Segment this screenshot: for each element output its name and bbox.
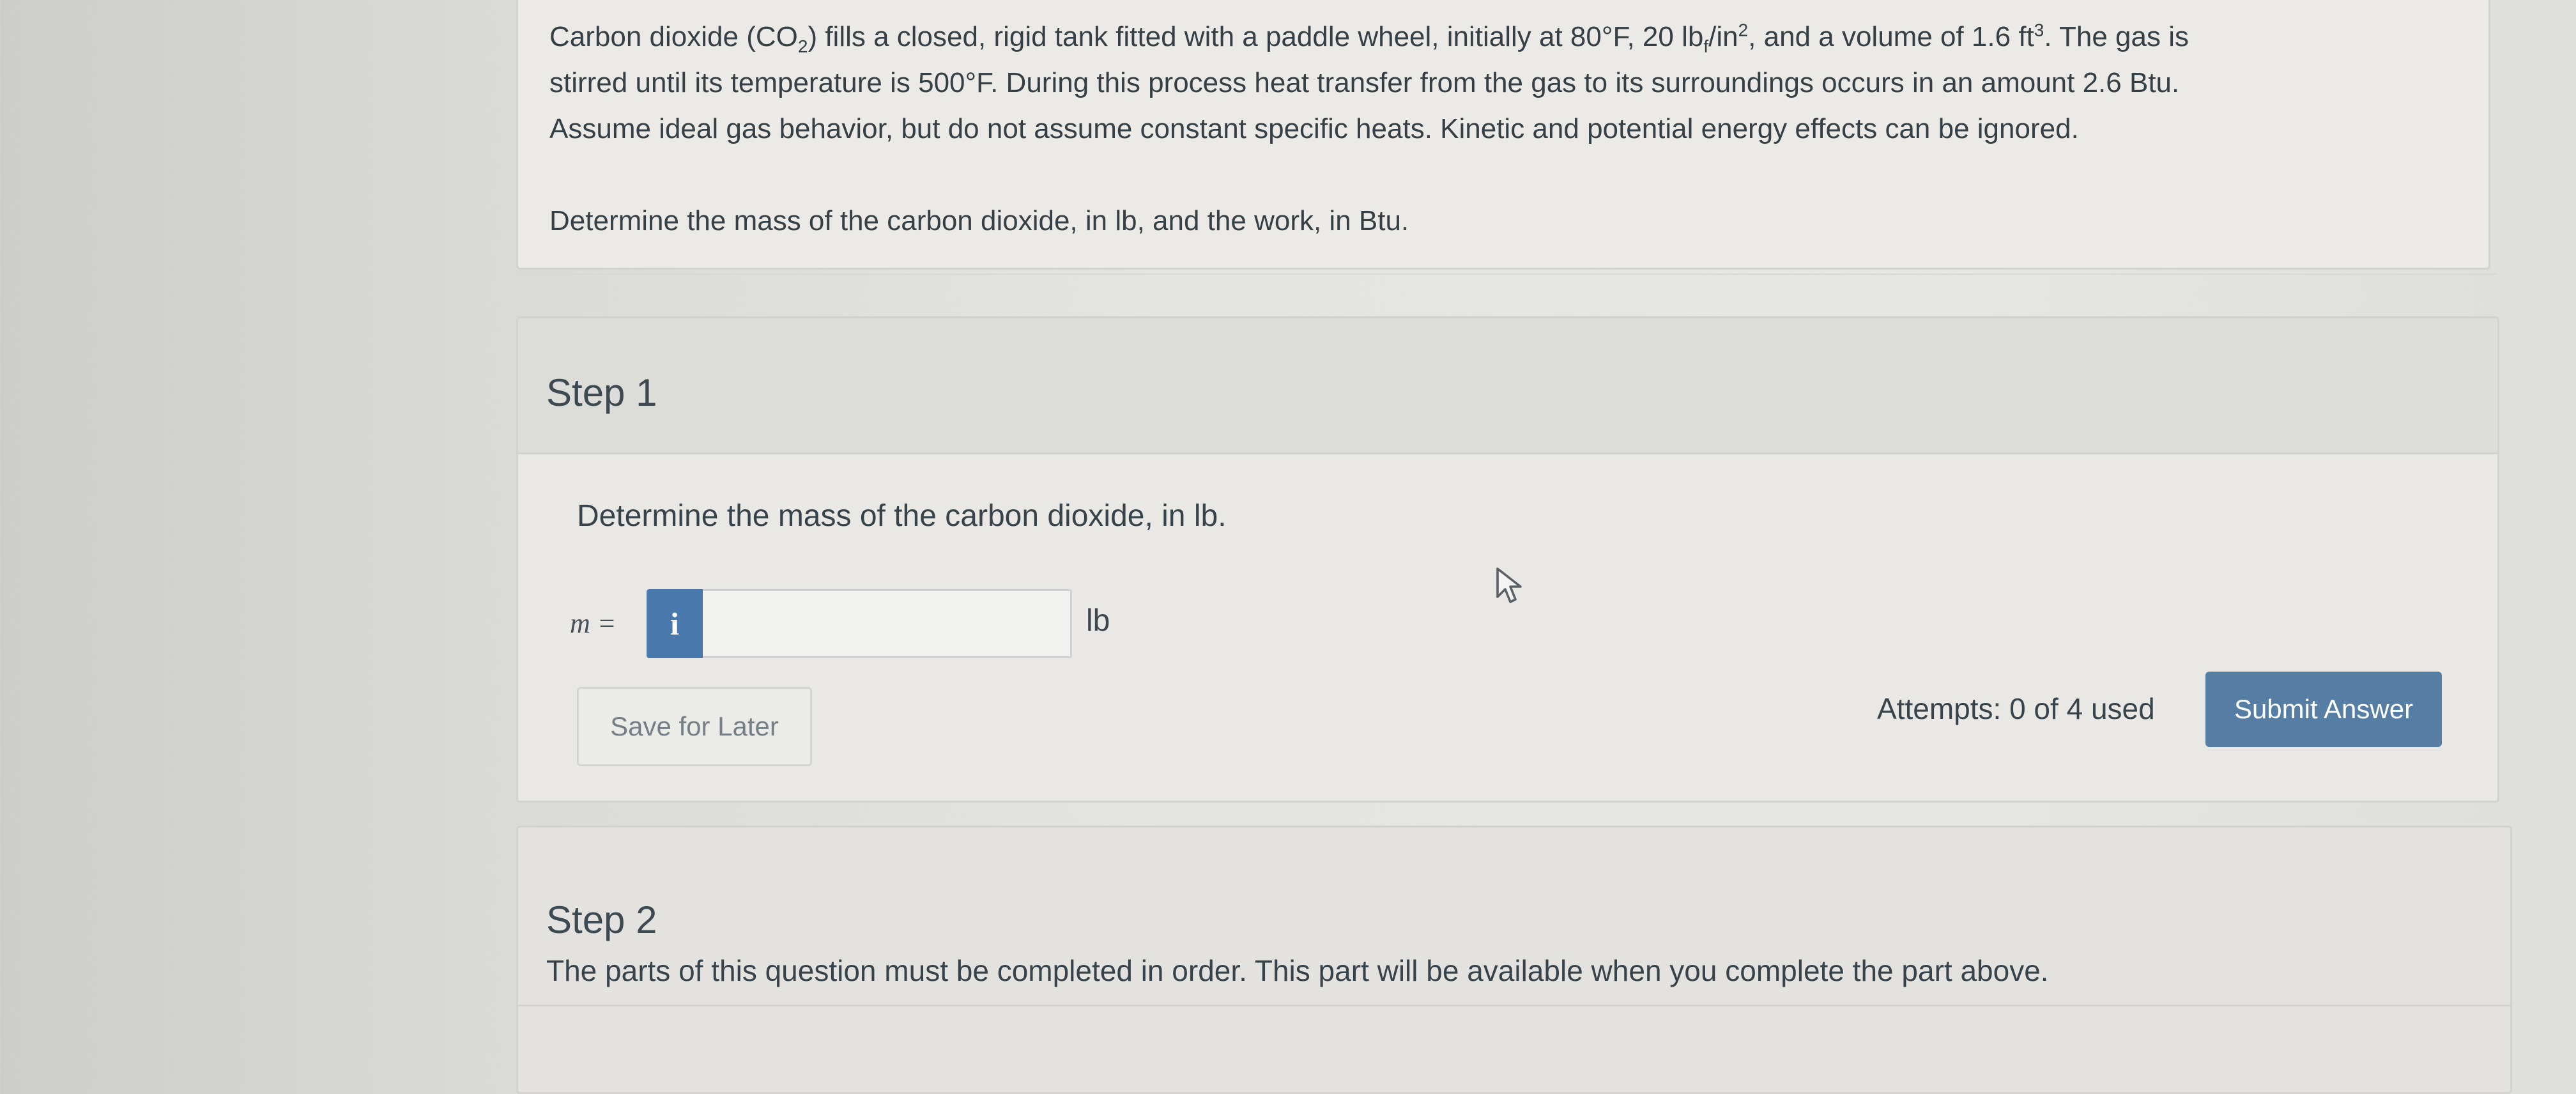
step2-title: Step 2 — [546, 898, 657, 941]
step2-divider — [518, 1005, 2510, 1006]
unit-label: lb — [1086, 604, 1110, 638]
problem-statement-line-3: Assume ideal gas behavior, but do not as… — [549, 113, 2079, 144]
attempts-counter: Attempts: 0 of 4 used — [1877, 692, 2155, 725]
step1-title: Step 1 — [546, 371, 657, 414]
step1-prompt: Determine the mass of the carbon dioxide… — [577, 499, 1227, 533]
save-for-later-button[interactable]: Save for Later — [577, 687, 812, 766]
problem-statement-line-1: Carbon dioxide (CO2) fills a closed, rig… — [549, 20, 2189, 56]
problem-question: Determine the mass of the carbon dioxide… — [549, 205, 1409, 236]
submit-answer-button[interactable]: Submit Answer — [2205, 672, 2442, 747]
step1-header — [516, 316, 2499, 458]
mouse-pointer-icon — [1496, 567, 1522, 603]
answer-label: m = — [570, 608, 617, 639]
step2-locked-message: The parts of this question must be compl… — [546, 954, 2049, 987]
section-divider — [516, 274, 2497, 275]
mass-answer-input[interactable] — [703, 589, 1072, 658]
info-icon[interactable]: i — [647, 589, 703, 658]
problem-statement-line-2: stirred until its temperature is 500°F. … — [549, 67, 2180, 98]
